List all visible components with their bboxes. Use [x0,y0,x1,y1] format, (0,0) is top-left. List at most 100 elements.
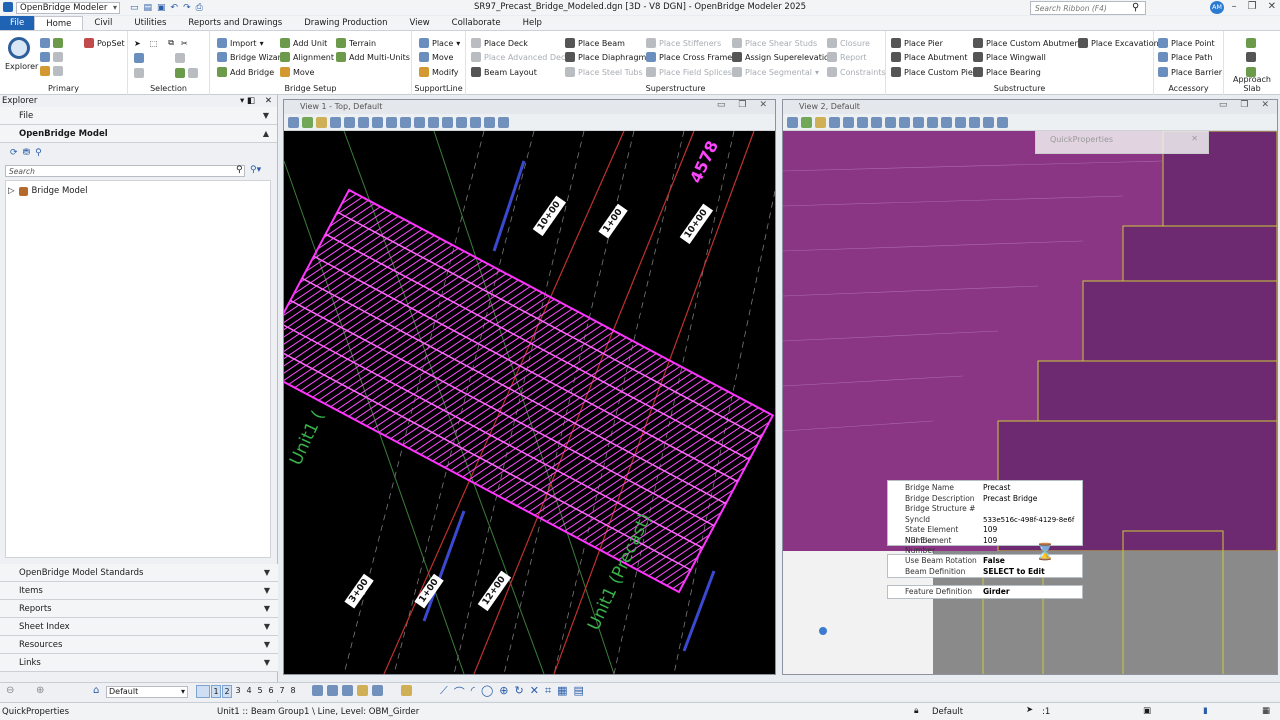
rotate-view-icon[interactable] [400,116,411,128]
explorer-button[interactable]: Explorer [5,60,38,72]
circle-tool-icon[interactable]: ◯ [481,684,493,700]
view-button[interactable]: 7 [277,685,287,698]
user-avatar[interactable]: AM [1210,1,1224,14]
tab-drawing-production[interactable]: Drawing Production [293,16,398,30]
zoom-out-icon[interactable] [358,116,369,128]
qp-value[interactable]: Precast [983,483,1011,494]
line-tool-icon[interactable]: ⟋ [440,684,448,700]
cancel-tool-icon[interactable] [401,685,412,696]
place-field-splices-button[interactable]: Place Field Splices [646,66,732,78]
section-reports[interactable]: Reports ▼ [0,600,278,618]
back-icon[interactable]: ⊖ [6,685,14,696]
place-deck-button[interactable]: Place Deck [471,37,528,49]
beam-layout-button[interactable]: Beam Layout [471,66,537,78]
import-button[interactable]: Import ▾ [217,37,264,49]
close-explorer-icon[interactable]: ✕ [265,95,272,107]
view-button[interactable]: 5 [255,685,265,698]
tab-home[interactable]: Home [34,16,84,30]
grid-tool-icon[interactable]: ▦ [557,684,567,700]
place-point-button[interactable]: Place Point [1158,37,1215,49]
redo-icon[interactable]: ↷ [183,3,191,13]
axis-lock-icon[interactable] [372,685,383,696]
workspace-dropdown[interactable]: OpenBridge Modeler [16,1,120,14]
tab-utilities[interactable]: Utilities [123,16,177,30]
restore-icon[interactable]: ❐ [1248,1,1257,12]
search-icon[interactable]: ⚲ [1132,2,1139,13]
qp-value[interactable]: 533e516c-498f-4129-8e6f [983,515,1074,526]
view-button[interactable]: 3 [233,685,243,698]
clip-volume-icon[interactable] [470,116,481,128]
tab-reports-and-drawings[interactable]: Reports and Drawings [177,16,293,30]
zoom-out-icon[interactable] [857,116,868,128]
undo-icon[interactable]: ↶ [171,3,179,13]
weight-icon[interactable] [53,66,63,76]
notification-icon[interactable]: ▮ [1203,706,1208,716]
closure-button[interactable]: Closure [827,37,870,49]
view-previous-icon[interactable] [927,116,938,128]
approach-slab-tool-1[interactable] [1246,37,1256,49]
lock-icon[interactable]: 🔒︎ [914,706,919,716]
place-diaphragms-button[interactable]: Place Diaphragms [565,51,650,63]
section-icon[interactable] [997,116,1008,128]
place-path-button[interactable]: Place Path [1158,51,1212,63]
section-links[interactable]: Links ▼ [0,654,278,672]
display-style-icon[interactable] [302,116,313,128]
close-icon[interactable]: ✕ [1268,1,1276,12]
qp-value[interactable]: False [983,556,1005,567]
save-icon[interactable]: ▣ [157,3,166,13]
fit-view-icon[interactable] [386,116,397,128]
place-bearing-button[interactable]: Place Bearing [973,66,1041,78]
approach-slab-tool-2[interactable] [1246,51,1256,63]
assign-superelevation-button[interactable]: Assign Superelevation [732,51,834,63]
minimize-icon[interactable]: ▭ [1219,100,1228,110]
maximize-icon[interactable]: ❐ [738,100,746,110]
snap-icon[interactable] [312,685,323,696]
section-icon[interactable] [498,116,509,128]
arc-tool-icon[interactable]: ◜ [471,684,475,700]
place-advanced-deck-button[interactable]: Place Advanced Deck [471,51,570,63]
clip-volume-icon[interactable] [969,116,980,128]
place-excavation-button[interactable]: Place Excavation [1078,37,1159,49]
status-level[interactable]: Default [932,707,963,717]
section-items[interactable]: Items ▼ [0,582,278,600]
view-next-icon[interactable] [442,116,453,128]
grid-lock-icon[interactable] [357,685,368,696]
print-icon[interactable]: ⎙ [196,3,203,13]
pin-icon[interactable]: ▾ ◧ [240,95,255,107]
close-icon[interactable]: ✕ [1191,134,1198,143]
zoom-to-icon[interactable]: ⚲ [35,148,42,158]
trim-tool-icon[interactable]: ✕ [530,684,539,700]
rotate-view-icon[interactable] [899,116,910,128]
polyline-tool-icon[interactable]: ⌒ [454,684,465,700]
clip-mask-icon[interactable] [484,116,495,128]
search-options-icon[interactable]: ⚲▾ [250,165,261,175]
view-windows-icon[interactable] [196,685,210,698]
close-icon[interactable]: ✕ [1261,100,1269,110]
alignment-button[interactable]: Alignment [280,51,334,63]
move-supportline-button[interactable]: Move [419,51,453,63]
view-previous-icon[interactable] [428,116,439,128]
settings-icon[interactable]: ▦ [1262,706,1270,716]
deselect-icon[interactable]: ✂ [181,39,188,48]
fence-mode-icon[interactable] [175,53,185,63]
place-segmental-button[interactable]: Place Segmental ▾ [732,66,819,78]
ungroup-icon[interactable] [188,68,198,78]
window-area-icon[interactable] [871,116,882,128]
maximize-icon[interactable]: ❐ [1240,100,1248,110]
update-view-icon[interactable] [330,116,341,128]
attributes-icon[interactable] [40,52,50,62]
model-dropdown[interactable]: Default ▾ [106,686,188,698]
place-stiffeners-button[interactable]: Place Stiffeners [646,37,721,49]
group-select-icon[interactable] [175,68,185,78]
openbridge-model-section[interactable]: OpenBridge Model ▲ [0,125,277,143]
window-area-icon[interactable] [372,116,383,128]
forward-icon[interactable]: ⊕ [36,685,44,696]
pointer-icon[interactable]: ➤ [134,39,141,48]
select-box-icon[interactable]: ⬚ [150,39,158,48]
place-abutment-button[interactable]: Place Abutment [891,51,968,63]
place-barrier-button[interactable]: Place Barrier [1158,66,1222,78]
zoom-in-icon[interactable] [843,116,854,128]
element-info-icon[interactable] [40,38,50,48]
add-multi-units-button[interactable]: Add Multi-Units [336,51,410,63]
tab-help[interactable]: Help [512,16,553,30]
